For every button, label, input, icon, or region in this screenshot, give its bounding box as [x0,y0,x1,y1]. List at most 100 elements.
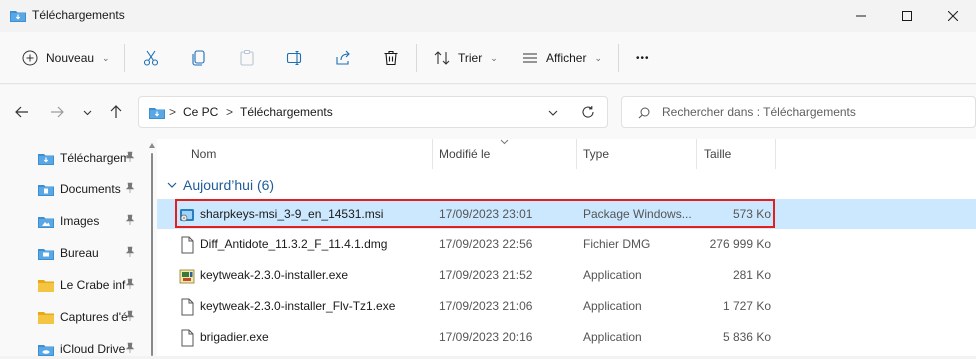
file-date: 17/09/2023 21:06 [439,299,533,313]
group-header[interactable]: Aujourd’hui (6) [167,175,274,195]
file-type: Application [583,299,642,313]
column-divider[interactable] [775,139,776,169]
up-button[interactable] [105,101,127,123]
table-row[interactable]: Diff_Antidote_11.3.2_F_11.4.1.dmg 17/09/… [157,229,976,259]
sidebar-item-documents[interactable]: Documents [38,179,148,199]
view-button[interactable]: Afficher ⌄ [522,32,602,84]
arrow-right-icon [51,106,64,118]
new-button[interactable]: Nouveau ⌄ [22,32,110,84]
refresh-icon[interactable] [581,105,595,119]
table-row[interactable]: keytweak-2.3.0-installer_Flv-Tz1.exe 17/… [157,291,976,321]
back-button[interactable] [11,101,33,123]
chevron-down-icon [167,182,177,188]
breadcrumb-separator: > [226,105,234,119]
title-bar: Téléchargements [0,0,976,32]
sidebar-item-label: Documents [60,182,121,196]
close-icon [948,11,958,21]
scrollbar-thumb[interactable] [151,153,153,356]
sidebar-item-desktop[interactable]: Bureau [38,243,148,263]
table-row[interactable]: keytweak-2.3.0-installer.exe 17/09/2023 … [157,260,976,290]
cut-button[interactable] [142,32,160,84]
file-date: 17/09/2023 23:01 [439,207,533,221]
address-bar[interactable]: > Ce PC > Téléchargements [138,96,608,128]
share-button[interactable] [334,32,352,84]
search-input[interactable]: Rechercher dans : Téléchargements [621,96,976,128]
table-row[interactable]: sharpkeys-msi_3-9_en_14531.msi 17/09/202… [157,199,976,229]
sidebar-item-label: Téléchargem [60,151,128,165]
sort-button[interactable]: Trier ⌄ [434,32,498,84]
file-type: Application [583,330,642,344]
recent-locations-button[interactable] [76,101,98,123]
window-title: Téléchargements [32,8,125,22]
share-icon [336,50,350,65]
msi-icon [180,209,194,222]
navigation-pane: Téléchargem Documents Images Bureau Le C… [0,139,157,356]
column-divider[interactable] [576,139,577,169]
table-row[interactable]: brigadier.exe 17/09/2023 20:16 Applicati… [157,322,976,352]
file-type: Fichier DMG [583,237,651,251]
forward-button[interactable] [46,101,68,123]
arrow-up-icon [110,105,122,118]
chevron-down-icon[interactable] [548,108,558,118]
sidebar-item-label: Bureau [60,246,99,260]
group-label: Aujourd’hui (6) [183,177,275,193]
column-header-size[interactable]: Taille [704,139,731,169]
downloads-folder-icon [149,108,165,119]
pin-icon [125,278,135,289]
downloads-folder-icon [38,153,54,165]
file-name: brigadier.exe [200,330,269,344]
minimize-button[interactable] [838,0,884,32]
file-size: 5 836 Ko [722,330,771,344]
sidebar-item-label: Images [60,214,100,228]
downloads-folder-icon [10,11,26,22]
delete-button[interactable] [382,32,400,84]
maximize-button[interactable] [884,0,930,32]
new-label: Nouveau [46,51,95,65]
file-type: Package Windows... [583,207,692,221]
column-divider[interactable] [696,139,697,169]
column-header-name[interactable]: Nom [191,139,216,169]
sidebar-item-le-crabe[interactable]: Le Crabe inf [38,275,148,295]
sidebar-item-downloads[interactable]: Téléchargem [38,148,148,168]
file-list: Nom Modifié le Type Taille Aujourd’hui (… [157,139,976,356]
column-header-type[interactable]: Type [583,139,609,169]
chevron-down-icon: ⌄ [102,52,110,63]
folder-icon [38,279,54,292]
file-icon [181,329,194,347]
minimize-icon [856,15,866,17]
pin-icon [125,310,135,321]
clipboard-icon [240,49,254,66]
file-size: 1 727 Ko [722,299,771,313]
pin-icon [125,151,135,162]
file-icon [181,298,194,316]
paste-button[interactable] [238,32,256,84]
file-type: Application [583,268,642,282]
sidebar-item-captures[interactable]: Captures d'é [38,307,148,327]
pin-icon [125,342,135,353]
installer-icon [179,269,195,284]
sort-label: Trier [458,51,483,65]
sidebar-item-pictures[interactable]: Images [38,211,148,231]
icloud-folder-icon [38,344,54,356]
file-date: 17/09/2023 20:16 [439,330,533,344]
folder-icon [38,311,54,324]
breadcrumb-ce-pc[interactable]: Ce PC [183,105,218,119]
sidebar-item-label: iCloud Drive [60,342,126,356]
column-divider[interactable] [432,139,433,169]
file-size: 573 Ko [732,207,771,221]
chevron-down-icon [83,110,91,115]
breadcrumb-downloads[interactable]: Téléchargements [240,105,333,119]
more-options-button[interactable]: ••• [636,32,650,84]
scroll-up-arrow-icon[interactable] [148,142,156,150]
scissors-icon [143,50,159,66]
sidebar-scrollbar[interactable] [148,139,156,356]
copy-button[interactable] [190,32,208,84]
close-button[interactable] [930,0,976,32]
rename-button[interactable] [286,32,304,84]
divider [618,44,619,72]
sidebar-item-icloud-drive[interactable]: iCloud Drive [38,339,148,359]
file-date: 17/09/2023 21:52 [439,268,533,282]
column-header-modified[interactable]: Modifié le [439,139,490,169]
plus-circle-icon [22,50,38,66]
trash-icon [384,50,398,66]
